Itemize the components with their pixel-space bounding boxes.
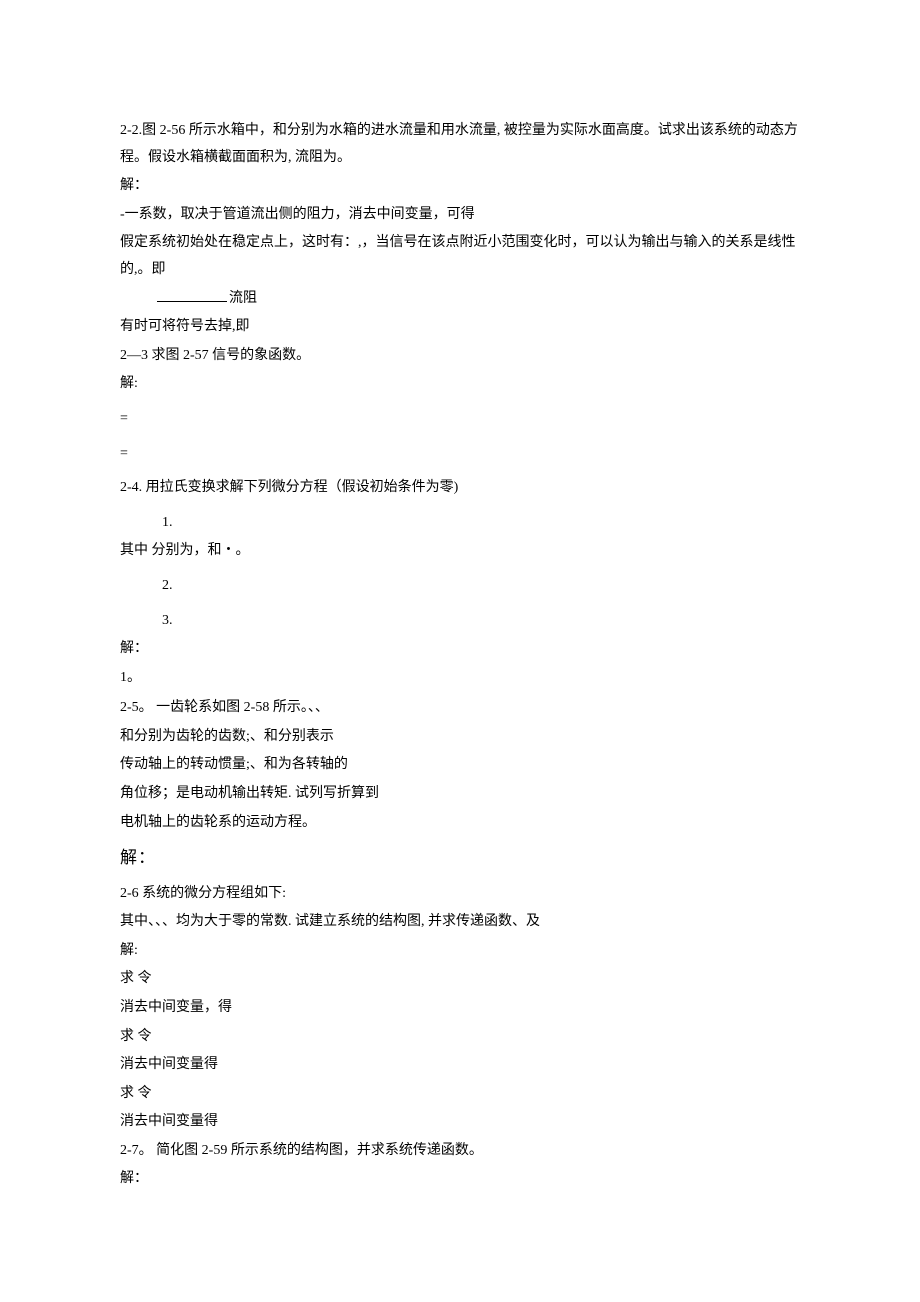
blank-underline [157, 288, 227, 302]
text-line: 消去中间变量得 [120, 1109, 800, 1136]
solution-label: 解： [120, 636, 800, 663]
problem-2-4-statement: 2-4. 用拉氏变换求解下列微分方程（假设初始条件为零) [120, 475, 800, 502]
text-line: 其中 分别为，和・。 [120, 538, 800, 565]
text-line: -一系数，取决于管道流出侧的阻力，消去中间变量，可得 [120, 202, 800, 229]
problem-2-7-statement: 2-7。 简化图 2-59 所示系统的结构图，并求系统传递函数。 [120, 1138, 800, 1165]
list-item-1: 1. [120, 510, 800, 537]
solution-label: 解： [120, 1166, 800, 1193]
text-line: 消去中间变量，得 [120, 995, 800, 1022]
problem-2-5-statement: 2-5。 一齿轮系如图 2-58 所示。、、 [120, 695, 800, 722]
text-line: 和分别为齿轮的齿数;、和分别表示 [120, 724, 800, 751]
text-line: 假定系统初始处在稳定点上，这时有：,，当信号在该点附近小范围变化时，可以认为输出… [120, 230, 800, 283]
text-line: 求 令 [120, 1024, 800, 1051]
text-line: 求 令 [120, 966, 800, 993]
equation-placeholder: = [120, 406, 800, 433]
text-line: 电机轴上的齿轮系的运动方程。 [120, 810, 800, 837]
list-item-3: 3. [120, 608, 800, 635]
blank-line-resistance: 流阻 [120, 286, 800, 313]
text-line: 消去中间变量得 [120, 1052, 800, 1079]
problem-2-3-statement: 2—3 求图 2-57 信号的象函数。 [120, 343, 800, 370]
blank-label: 流阻 [229, 291, 257, 306]
text-line: 1。 [120, 665, 800, 692]
text-line: 有时可将符号去掉,即 [120, 314, 800, 341]
solution-label: 解： [120, 173, 800, 200]
problem-2-2-statement: 2-2.图 2-56 所示水箱中，和分别为水箱的进水流量和用水流量, 被控量为实… [120, 118, 800, 171]
solution-label: 解: [120, 371, 800, 398]
equation-placeholder: = [120, 441, 800, 468]
problem-2-6-statement: 2-6 系统的微分方程组如下: [120, 881, 800, 908]
solution-label-large: 解： [120, 842, 800, 874]
text-line: 求 令 [120, 1081, 800, 1108]
solution-label: 解: [120, 938, 800, 965]
text-line: 角位移；是电动机输出转矩. 试列写折算到 [120, 781, 800, 808]
text-line: 传动轴上的转动惯量;、和为各转轴的 [120, 752, 800, 779]
text-line: 其中、、、均为大于零的常数. 试建立系统的结构图, 并求传递函数、及 [120, 909, 800, 936]
list-item-2: 2. [120, 573, 800, 600]
